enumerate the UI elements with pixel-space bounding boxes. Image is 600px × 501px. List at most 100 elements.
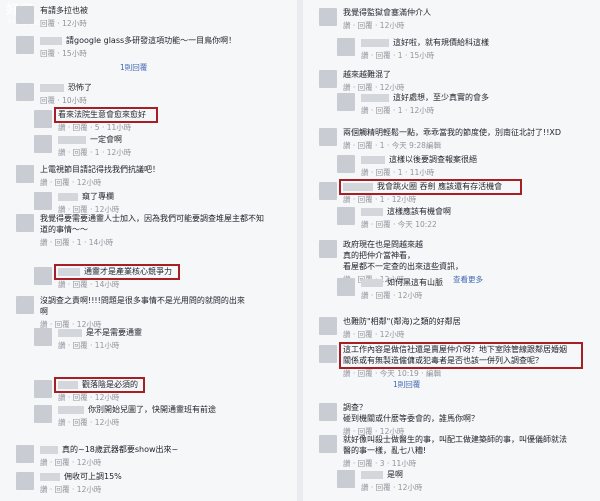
see-more-link[interactable]: 查看更多 (453, 275, 483, 285)
author-name-redacted[interactable] (58, 405, 84, 414)
comment-text: 窺了專欄 (58, 192, 114, 202)
avatar[interactable] (319, 182, 337, 200)
comment-text-line: 真的~18歲武器都要show出來~ (62, 445, 179, 454)
author-name-redacted[interactable] (361, 470, 383, 479)
comment-actions[interactable]: 回覆 · 15小時 (40, 49, 87, 59)
comment-actions[interactable]: 讚 · 回覆 · 12小時 (343, 21, 404, 31)
author-name-redacted[interactable] (361, 38, 389, 47)
avatar[interactable] (319, 8, 337, 26)
comment-actions[interactable]: 讚 · 回覆 · 12小時 (40, 458, 101, 468)
comment-text: 請google glass多研發這項功能～一目鳥你啊！ (40, 36, 236, 46)
comment-text-line: 啊 (40, 307, 48, 316)
comment-text: 兩個觸精明輕鬆一點，乖乖當我的節度使，別南征北討了!!XD (343, 128, 561, 138)
author-name-redacted[interactable] (40, 36, 62, 45)
left-comment-column: 好房 House 有請多拉也被回覆 · 12小時請google glass多研發… (0, 0, 297, 501)
author-name-redacted[interactable] (40, 472, 60, 481)
avatar[interactable] (16, 445, 34, 463)
avatar[interactable] (34, 380, 52, 398)
comment-text-line: 我覺得要需要通靈人士加入，因為我們可能要調查堆屋主都不知 (40, 214, 264, 223)
comment-text: 你別開始兒圖了，快開通靈班有前途 (58, 405, 216, 415)
comment-actions[interactable]: 讚 · 回覆 · 14小時 (58, 280, 119, 290)
view-replies-label[interactable]: 1則回覆 (393, 380, 420, 390)
author-name-redacted[interactable] (361, 207, 383, 216)
right-comment-column: 我覺得監獄會塞滿仲介人讚 · 回覆 · 12小時 這好啦，就有規價給科這樣讚 · … (303, 0, 600, 501)
comment-actions[interactable]: 讚 · 回覆 · 12小時 (343, 83, 404, 93)
author-name-redacted[interactable] (58, 135, 86, 144)
avatar[interactable] (16, 165, 34, 183)
comment-actions[interactable]: 讚 · 回覆 · 1 · 12小時 (58, 148, 131, 158)
comment-text: 越來越難混了 (343, 70, 391, 80)
author-name-redacted[interactable] (361, 93, 389, 102)
comment-text-line: 真的把仲介當神看， (343, 251, 415, 260)
comment-actions[interactable]: 讚 · 回覆 · 1 · 今天 9:28編輯 (343, 141, 441, 151)
avatar[interactable] (337, 278, 355, 296)
avatar[interactable] (319, 240, 337, 258)
comment-actions[interactable]: 讚 · 回覆 · 11小時 (58, 341, 119, 351)
comment-actions[interactable]: 讚 · 回覆 · 今天 10:22 (361, 220, 437, 230)
avatar[interactable] (16, 36, 34, 54)
avatar[interactable] (16, 214, 34, 232)
comment-actions[interactable]: 讚 · 回覆 · 12小時 (361, 291, 422, 301)
avatar[interactable] (319, 128, 337, 146)
comment-text-line: 你別開始兒圖了，快開通靈班有前途 (88, 405, 216, 414)
avatar[interactable] (16, 6, 34, 24)
avatar[interactable] (16, 472, 34, 490)
avatar[interactable] (337, 207, 355, 225)
comment-text-line: 調查？ (343, 403, 367, 412)
avatar[interactable] (16, 296, 34, 314)
comment-actions[interactable]: 讚 · 回覆 · 12小時 (58, 393, 119, 403)
author-name-redacted[interactable] (58, 192, 78, 201)
avatar[interactable] (337, 93, 355, 111)
comment-text-line: 是不是需要通靈 (86, 328, 142, 337)
comment-text: 沒調查之責啊!!!!問題是很多事情不是光用問的就問的出來 (40, 296, 245, 306)
avatar[interactable] (34, 267, 52, 285)
avatar[interactable] (34, 110, 52, 128)
avatar[interactable] (337, 470, 355, 488)
avatar[interactable] (319, 403, 337, 421)
comment-text-line: 佣收可上調15% (64, 472, 122, 481)
avatar[interactable] (34, 135, 52, 153)
comment-text-line: 一定會啊 (90, 135, 122, 144)
comment-text-line: 也難防"相鄰"(鄰海)之類的好鄰居 (343, 317, 461, 326)
highlight-box (339, 342, 583, 369)
comment-actions[interactable]: 回覆 · 12小時 (40, 19, 87, 29)
comment-text: 這好處想，至少真實的會多 (361, 93, 489, 103)
author-name-redacted[interactable] (40, 83, 64, 92)
author-name-redacted[interactable] (361, 278, 383, 287)
comment-actions[interactable]: 讚 · 回覆 · 5 · 11小時 (58, 123, 131, 133)
highlight-box (54, 264, 181, 280)
avatar[interactable] (319, 345, 337, 363)
comment-actions[interactable]: 讚 · 回覆 · 12小時 (361, 483, 422, 493)
comment-actions[interactable]: 回覆 · 10小時 (40, 96, 87, 106)
comment-text: 調查？ (343, 403, 367, 413)
comment-actions[interactable]: 讚 · 回覆 · 1 · 12小時 (361, 106, 434, 116)
avatar[interactable] (16, 83, 34, 101)
highlight-box (339, 179, 523, 195)
comment-actions[interactable]: 讚 · 回覆 · 今天 10:19 · 編輯 (343, 369, 441, 379)
comment-actions[interactable]: 讚 · 回覆 · 1 · 12小時 (343, 195, 416, 205)
view-replies-label[interactable]: 1則回覆 (120, 63, 147, 73)
avatar[interactable] (337, 155, 355, 173)
comment-text: 也難防"相鄰"(鄰海)之類的好鄰居 (343, 317, 461, 327)
author-name-redacted[interactable] (40, 445, 58, 454)
avatar[interactable] (337, 38, 355, 56)
comment-text: 佣收可上調15% (40, 472, 122, 482)
comment-actions[interactable]: 讚 · 回覆 · 1 · 15小時 (361, 51, 434, 61)
comment-actions[interactable]: 讚 · 回覆 · 1 · 11小時 (361, 168, 434, 178)
avatar[interactable] (319, 435, 337, 453)
avatar[interactable] (319, 317, 337, 335)
author-name-redacted[interactable] (58, 328, 82, 337)
comment-actions[interactable]: 讚 · 回覆 · 12小時 (40, 178, 101, 188)
comment-actions[interactable]: 讚 · 回覆 · 12小時 (343, 330, 404, 340)
avatar[interactable] (319, 70, 337, 88)
comment-actions[interactable]: 讚 · 回覆 · 1 · 14小時 (40, 238, 113, 248)
avatar[interactable] (34, 192, 52, 210)
author-name-redacted[interactable] (361, 155, 385, 164)
comment-actions[interactable]: 讚 · 回覆 · 12小時 (58, 418, 119, 428)
comment-actions[interactable]: 讚 · 回覆 · 12小時 (40, 485, 101, 495)
comment-actions[interactable]: 讚 · 回覆 · 3 · 11小時 (343, 459, 416, 469)
avatar[interactable] (34, 328, 52, 346)
avatar[interactable] (34, 405, 52, 423)
comment-text: 這樣以後要調查報案很絕 (361, 155, 477, 165)
comment-text-line: 醫的事一樣，亂七八糟! (343, 446, 427, 455)
